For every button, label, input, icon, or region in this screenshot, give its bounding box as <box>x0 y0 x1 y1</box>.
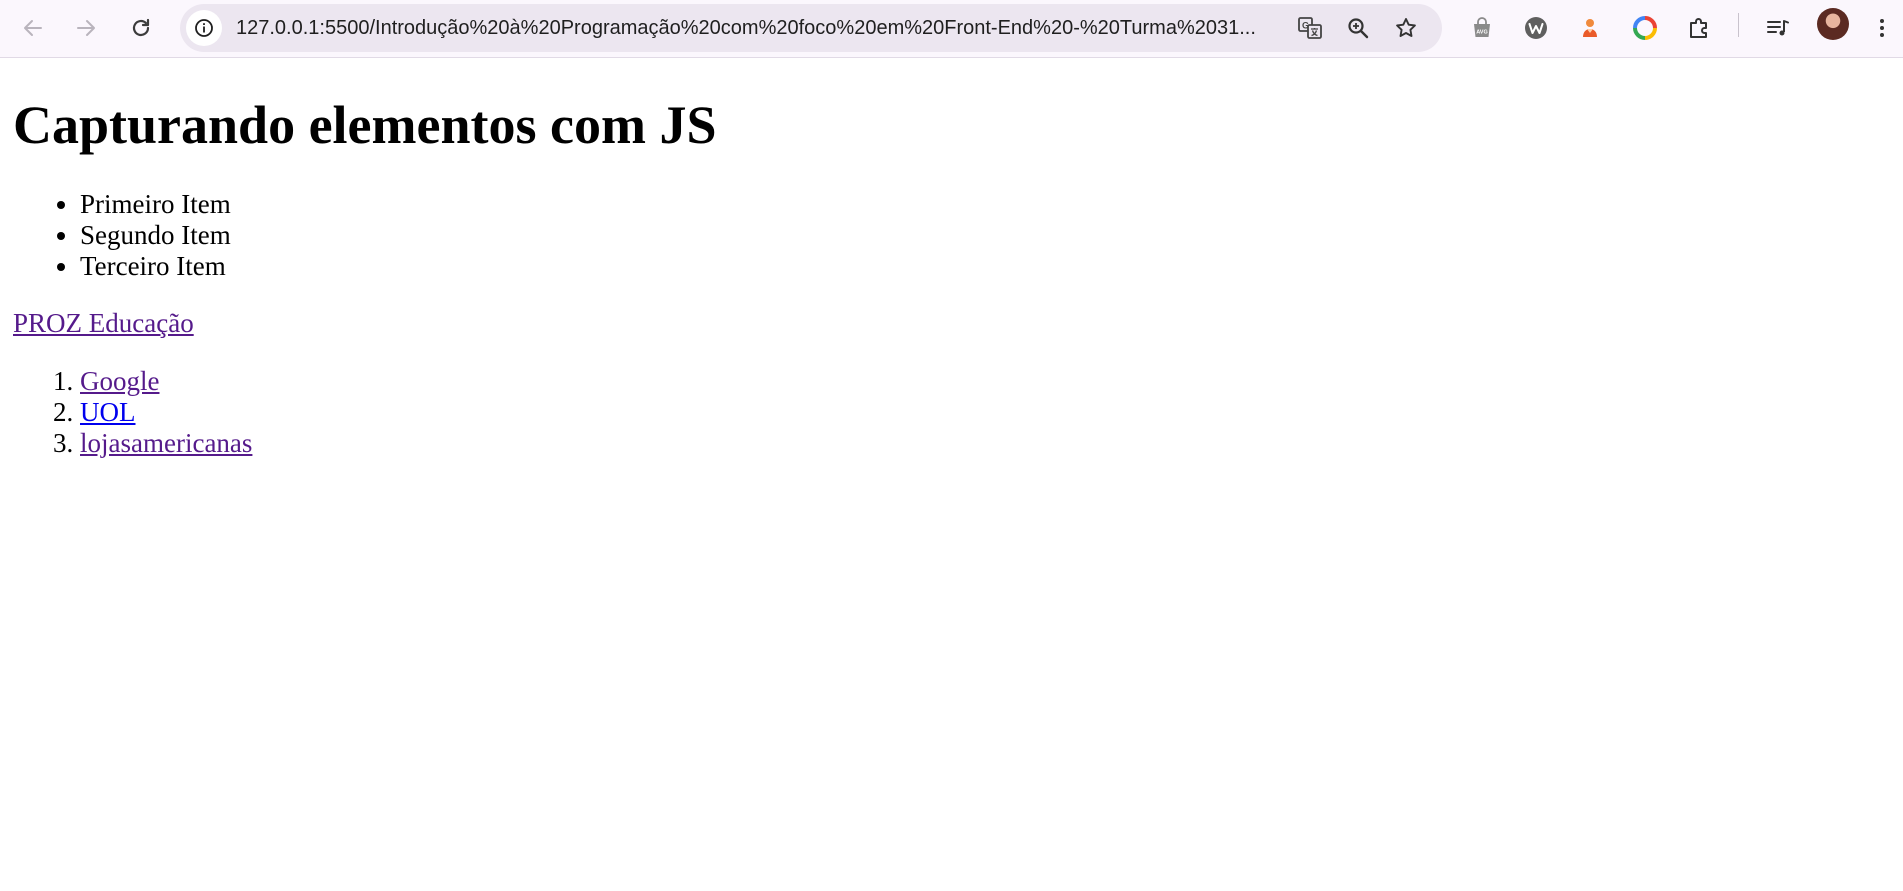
uol-link[interactable]: UOL <box>80 397 136 427</box>
list-item: Terceiro Item <box>80 251 231 282</box>
list-item: Segundo Item <box>80 220 231 251</box>
translate-icon: G <box>1298 17 1322 39</box>
list-item: Primeiro Item <box>80 189 231 220</box>
lojasamericanas-link[interactable]: lojasamericanas <box>80 428 252 458</box>
proz-educacao-link[interactable]: PROZ Educação <box>13 308 194 338</box>
list-item: lojasamericanas <box>80 428 252 459</box>
bullet-list: Primeiro Item Segundo Item Terceiro Item <box>0 189 231 282</box>
avg-extension-button[interactable]: AVG <box>1462 8 1502 48</box>
avg-shopping-bag-icon: AVG <box>1474 17 1490 37</box>
more-vert-icon <box>1880 19 1884 37</box>
star-icon <box>1396 18 1416 37</box>
reload-button[interactable] <box>121 8 161 48</box>
page-heading: Capturando elementos com JS <box>13 95 717 155</box>
translate-button[interactable]: G <box>1290 8 1330 48</box>
list-item: UOL <box>80 397 252 428</box>
playlist-music-icon <box>1767 20 1789 36</box>
colorful-ring-icon <box>1633 16 1657 40</box>
svg-text:AVG: AVG <box>1476 30 1488 36</box>
address-bar[interactable]: 127.0.0.1:5500/Introdução%20à%20Programa… <box>180 4 1442 52</box>
back-button[interactable] <box>13 8 53 48</box>
google-link[interactable]: Google <box>80 366 159 396</box>
w-logo-icon <box>1525 17 1547 39</box>
ring-extension-button[interactable] <box>1625 8 1665 48</box>
w-extension-button[interactable] <box>1516 8 1556 48</box>
arrow-left-icon <box>24 20 42 36</box>
proz-paragraph: PROZ Educação <box>13 308 194 339</box>
site-info-button[interactable] <box>186 10 222 46</box>
arrow-right-icon <box>77 20 95 36</box>
rocket-person-icon <box>1583 19 1597 37</box>
zoom-button[interactable] <box>1338 8 1378 48</box>
ordered-link-list: Google UOL lojasamericanas <box>0 366 252 459</box>
media-controls-button[interactable] <box>1758 8 1798 48</box>
info-icon <box>195 19 213 37</box>
reload-icon <box>132 18 150 37</box>
bookmark-button[interactable] <box>1386 8 1426 48</box>
toolbar-divider <box>1738 13 1739 37</box>
zoom-in-icon <box>1348 18 1369 39</box>
profile-avatar[interactable] <box>1817 8 1849 40</box>
url-text[interactable]: 127.0.0.1:5500/Introdução%20à%20Programa… <box>236 4 1276 52</box>
page-content: Capturando elementos com JS Primeiro Ite… <box>0 58 1903 891</box>
list-item: Google <box>80 366 252 397</box>
extensions-button[interactable] <box>1679 8 1719 48</box>
forward-button[interactable] <box>66 8 106 48</box>
browser-toolbar: 127.0.0.1:5500/Introdução%20à%20Programa… <box>0 0 1903 58</box>
chrome-menu-button[interactable] <box>1862 8 1902 48</box>
orange-extension-button[interactable] <box>1570 8 1610 48</box>
puzzle-icon <box>1690 18 1707 38</box>
